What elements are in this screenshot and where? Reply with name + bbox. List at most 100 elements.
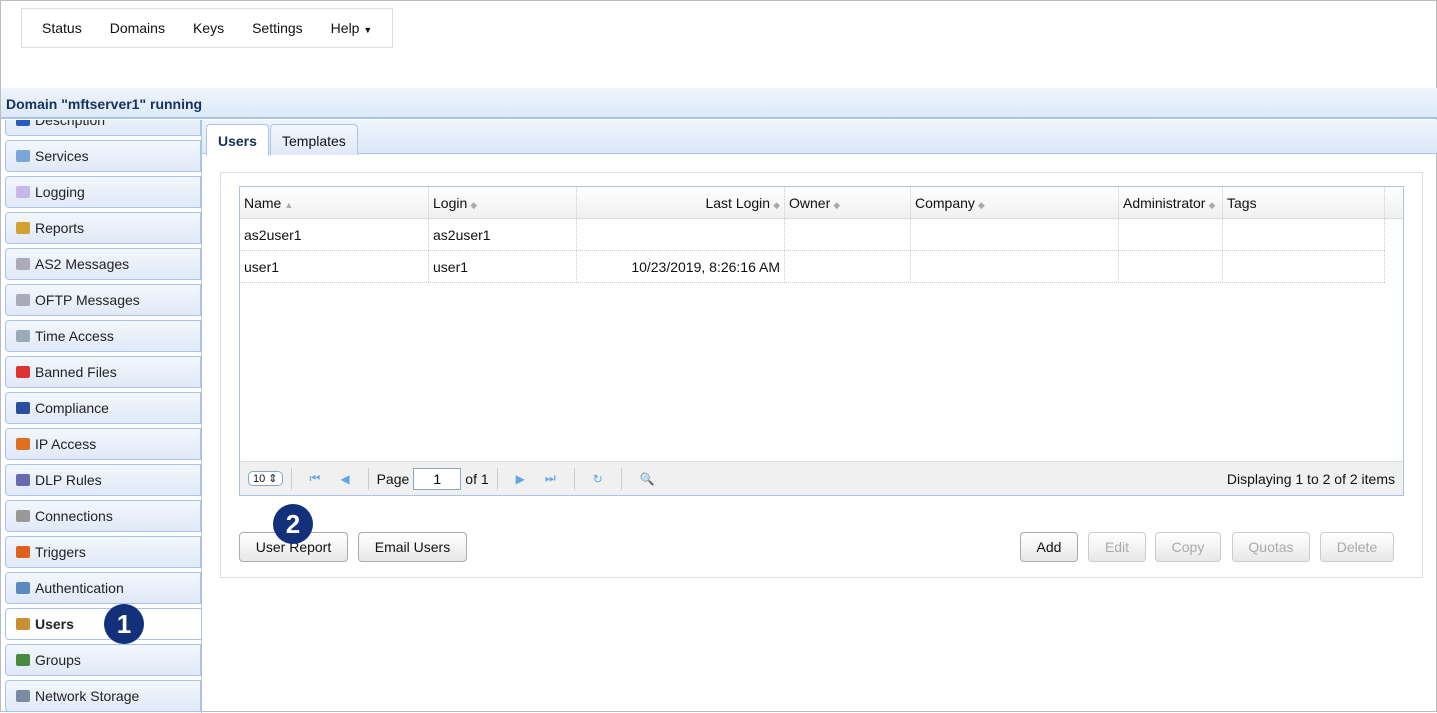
sidebar-item-compliance[interactable]: Compliance — [5, 392, 201, 424]
column-header-tags[interactable]: Tags — [1223, 187, 1385, 218]
sidebar-item-logging[interactable]: Logging — [5, 176, 201, 208]
sort-icon: ◆ — [977, 200, 985, 210]
sort-icon: ◆ — [833, 200, 841, 210]
sidebar-item-label: DLP Rules — [35, 472, 102, 488]
sidebar-item-as2-messages[interactable]: AS2 Messages — [5, 248, 201, 280]
sidebar-item-services[interactable]: Services — [5, 140, 201, 172]
triggers-icon — [16, 546, 30, 558]
column-header-administrator[interactable]: Administrator ◆ — [1119, 187, 1223, 218]
sidebar-item-label: Triggers — [35, 544, 86, 560]
menu-domains[interactable]: Domains — [96, 20, 179, 36]
users-panel: Name ▲ Login ◆ Last Login ◆ Owner ◆ Company ◆ Admi… — [220, 172, 1423, 578]
sidebar-item-label: IP Access — [35, 436, 97, 452]
column-label: Last Login — [705, 195, 771, 211]
menu-help[interactable]: Help ▼ — [317, 20, 387, 36]
compliance-icon — [16, 402, 30, 414]
table-cell — [577, 219, 785, 250]
add-button[interactable]: Add — [1020, 532, 1078, 562]
users-grid: Name ▲ Login ◆ Last Login ◆ Owner ◆ Company ◆ Admi… — [239, 186, 1404, 496]
page-count: of 1 — [465, 470, 489, 487]
page-input[interactable] — [413, 467, 462, 490]
sidebar-item-users[interactable]: Users — [5, 608, 201, 640]
users-icon — [16, 618, 30, 630]
tab-strip: Users Templates — [202, 120, 1437, 156]
column-label: Owner — [789, 195, 831, 211]
sidebar-item-triggers[interactable]: Triggers — [5, 536, 201, 568]
column-header-login[interactable]: Login ◆ — [429, 187, 577, 218]
sidebar-item-time-access[interactable]: Time Access — [5, 320, 201, 352]
sidebar-item-label: Compliance — [35, 400, 109, 416]
sidebar-item-oftp-messages[interactable]: OFTP Messages — [5, 284, 201, 316]
first-page-icon[interactable]: ⏮ — [310, 471, 321, 486]
sidebar-item-reports[interactable]: Reports — [5, 212, 201, 244]
email-users-button[interactable]: Email Users — [358, 532, 467, 562]
sort-asc-icon: ▲ — [284, 200, 294, 210]
sort-icon: ◆ — [470, 200, 478, 210]
sidebar-item-label: Time Access — [35, 328, 114, 344]
table-cell — [785, 219, 911, 250]
table-cell: as2user1 — [240, 219, 429, 250]
sidebar-item-ip-access[interactable]: IP Access — [5, 428, 201, 460]
menu-help-label: Help — [330, 20, 360, 36]
menu-settings[interactable]: Settings — [238, 20, 317, 36]
sidebar-item-groups[interactable]: Groups — [5, 644, 201, 676]
step-badge-2: 2 — [273, 504, 313, 544]
menu-status[interactable]: Status — [28, 20, 96, 36]
table-cell — [911, 251, 1119, 282]
sidebar-item-label: Network Storage — [35, 688, 140, 704]
table-cell: 10/23/2019, 8:26:16 AM — [577, 251, 785, 282]
network-storage-icon — [16, 690, 30, 702]
column-header-name[interactable]: Name ▲ — [240, 187, 429, 218]
next-page-icon[interactable]: ▶ — [516, 472, 525, 486]
tab-users[interactable]: Users — [206, 124, 269, 156]
table-cell: user1 — [429, 251, 577, 282]
edit-button[interactable]: Edit — [1088, 532, 1146, 562]
ip-access-icon — [16, 438, 30, 450]
sidebar-item-label: OFTP Messages — [35, 292, 140, 308]
refresh-icon[interactable]: ↻ — [593, 472, 603, 486]
sidebar-item-connections[interactable]: Connections — [5, 500, 201, 532]
prev-page-icon[interactable]: ◀ — [340, 472, 349, 486]
sidebar-item-banned-files[interactable]: Banned Files — [5, 356, 201, 388]
copy-button[interactable]: Copy — [1155, 532, 1221, 562]
quotas-button[interactable]: Quotas — [1232, 532, 1310, 562]
table-cell: as2user1 — [429, 219, 577, 250]
page-label: Page — [376, 470, 410, 487]
last-page-icon[interactable]: ⏭ — [545, 471, 556, 486]
step-badge-1: 1 — [104, 604, 144, 644]
sidebar-item-label: Groups — [35, 652, 81, 668]
oftp-messages-icon — [16, 294, 30, 306]
sidebar: Description Services Logging Reports AS2 Mes… — [1, 120, 201, 713]
sidebar-item-label: Authentication — [35, 580, 124, 596]
sidebar-item-description[interactable]: Description — [5, 120, 201, 136]
table-cell — [1223, 219, 1385, 250]
main-content: Users Templates Name ▲ Login ◆ Last Login ◆ Ow… — [201, 120, 1437, 713]
column-label: Login — [433, 195, 468, 211]
description-icon — [16, 120, 30, 126]
menu-keys[interactable]: Keys — [179, 20, 238, 36]
page-size-select[interactable]: 10 ⇕ — [248, 471, 283, 486]
column-label: Company — [915, 195, 975, 211]
sort-icon: ◆ — [773, 200, 780, 210]
column-header-owner[interactable]: Owner ◆ — [785, 187, 911, 218]
main-menu: Status Domains Keys Settings Help ▼ — [21, 8, 394, 48]
sidebar-item-label: Banned Files — [35, 364, 117, 380]
sidebar-item-authentication[interactable]: Authentication — [5, 572, 201, 604]
domain-status: Domain "mftserver1" running — [1, 88, 1437, 119]
delete-button[interactable]: Delete — [1320, 532, 1394, 562]
column-header-last-login[interactable]: Last Login ◆ — [577, 187, 785, 218]
authentication-icon — [16, 582, 30, 594]
sidebar-item-dlp-rules[interactable]: DLP Rules — [5, 464, 201, 496]
search-icon[interactable]: 🔍 — [640, 472, 655, 486]
banned-files-icon — [16, 366, 30, 378]
sidebar-item-label: Reports — [35, 220, 85, 236]
table-cell: user1 — [240, 251, 429, 282]
table-cell — [1119, 251, 1223, 282]
table-row[interactable]: user1 user1 10/23/2019, 8:26:16 AM — [240, 251, 1385, 283]
column-header-company[interactable]: Company ◆ — [911, 187, 1119, 218]
table-row[interactable]: as2user1 as2user1 — [240, 219, 1385, 251]
tab-templates[interactable]: Templates — [270, 124, 358, 155]
sidebar-item-network-storage[interactable]: Network Storage — [5, 680, 201, 712]
column-label: Name — [244, 195, 282, 211]
sidebar-item-label: AS2 Messages — [35, 256, 130, 272]
